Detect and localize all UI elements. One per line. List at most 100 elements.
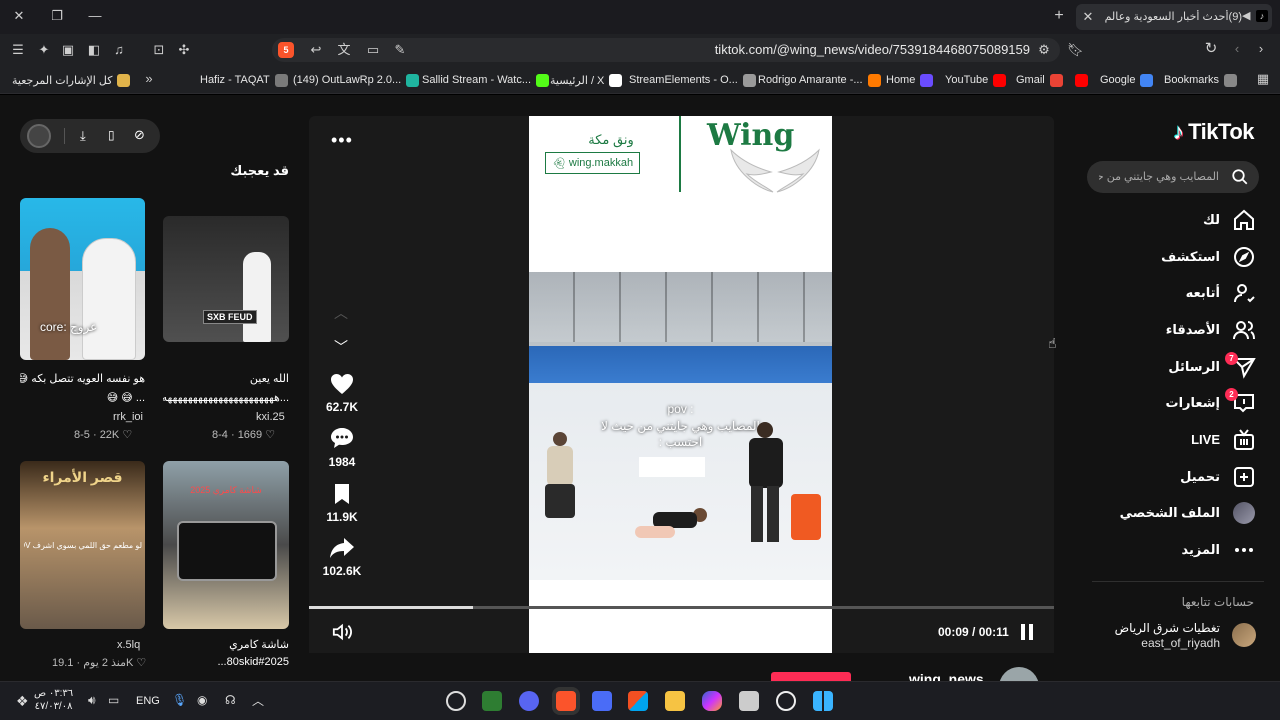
- active-tab[interactable]: ✕ (9)أحدث أخبار السعودية وعالم ا ◀︎ ♪: [1076, 4, 1272, 30]
- taskbar-chatgpt-icon[interactable]: [446, 691, 466, 711]
- close-tab-icon[interactable]: ✕: [1082, 9, 1094, 25]
- video-container[interactable]: ••• ونق مكة 👻︎ wing.makkah Wing pov : ال…: [309, 116, 1054, 653]
- suggestion-thumb-2[interactable]: SXB FEUD: [163, 216, 289, 342]
- sidebar-item-friends[interactable]: الأصدقاء: [1090, 315, 1280, 345]
- clock[interactable]: ٠٣:٣٦ ص ٤٧/٠٣/٠٨: [34, 687, 73, 713]
- search-icon[interactable]: [1231, 168, 1249, 186]
- url-text[interactable]: tiktok.com/@wing_news/video/753918446807…: [715, 42, 1030, 57]
- sidebar-item-notification[interactable]: إشعارات 2: [1090, 388, 1280, 418]
- sidebar-item-live[interactable]: LIVE: [1090, 425, 1280, 455]
- sidebar-item-home[interactable]: لك: [1090, 205, 1280, 235]
- sidebar-item-more[interactable]: المزيد: [1090, 535, 1280, 565]
- suggestion-caption-1b[interactable]: ... 😅 😅: [20, 391, 145, 404]
- suggestion-user-3[interactable]: x.5lq: [117, 639, 140, 651]
- bookmark-item[interactable]: Hafiz - TAQAT: [200, 72, 288, 88]
- bookmark-icon[interactable]: 🔖︎: [1067, 42, 1084, 58]
- address-bar[interactable]: 5 ↩ 文 ▭ ✎ tiktok.com/@wing_news/video/75…: [272, 38, 1060, 62]
- tiktok-logo[interactable]: ♪ TikTok: [1173, 117, 1254, 147]
- phone-icon[interactable]: ▯: [108, 128, 115, 142]
- music-icon[interactable]: ♫: [111, 42, 127, 58]
- taskbar-brave-icon[interactable]: [556, 691, 576, 711]
- bookmark-item[interactable]: YouTube: [945, 72, 1007, 88]
- bookmark-item[interactable]: الرئيسية / X: [550, 72, 623, 88]
- extensions-pin-icon[interactable]: ✦: [36, 42, 52, 58]
- bookmarks-overflow-icon[interactable]: »: [142, 71, 156, 87]
- bookmark-item[interactable]: Google: [1100, 72, 1154, 88]
- translate-icon[interactable]: 文: [336, 42, 352, 58]
- volume-icon[interactable]: [331, 622, 353, 642]
- bookmark-item[interactable]: [1070, 72, 1088, 88]
- taskbar-explorer-icon[interactable]: [665, 691, 685, 711]
- sidebar-item-user-plus[interactable]: أتابعه: [1090, 278, 1280, 308]
- search-box[interactable]: المصايب وهي جايتني من حيث ...: [1087, 161, 1259, 193]
- brave-shield-icon[interactable]: 5: [278, 42, 294, 58]
- sidebar-item-upload[interactable]: تحميل: [1090, 462, 1280, 492]
- taskbar-discord-icon[interactable]: [519, 691, 539, 711]
- menu-icon[interactable]: ☰: [10, 42, 26, 58]
- weather-icon[interactable]: ❖: [16, 693, 29, 710]
- headset-icon[interactable]: ☊: [225, 693, 236, 707]
- taskbar-xbox-icon[interactable]: [482, 691, 502, 711]
- edit-icon[interactable]: ✎: [392, 42, 408, 58]
- network-icon[interactable]: ▭: [108, 693, 119, 707]
- bookmark-item[interactable]: Bookmarks: [1164, 72, 1238, 88]
- sidebar-item-profile[interactable]: الملف الشخصي: [1090, 498, 1280, 528]
- bookmark-item[interactable]: Gmail: [1016, 72, 1063, 88]
- bookmark-item[interactable]: (149) OutLawRp 2.0...: [293, 72, 420, 88]
- download-icon[interactable]: ⤓: [80, 128, 86, 144]
- taskbar-store-icon[interactable]: [628, 691, 648, 711]
- taskbar-taskview-icon[interactable]: [739, 691, 759, 711]
- bookmark-item[interactable]: StreamElements - O...: [629, 72, 756, 88]
- following-account[interactable]: تغطيات شرق الرياض east_of_riyadh: [1106, 617, 1266, 653]
- pause-icon[interactable]: [1019, 624, 1035, 640]
- follow-button[interactable]: [771, 672, 851, 681]
- like-button[interactable]: 62.7K: [318, 373, 366, 419]
- progress-track[interactable]: [309, 606, 1054, 609]
- site-settings-icon[interactable]: ⚙: [1036, 42, 1052, 58]
- minimize-window-icon[interactable]: —: [88, 8, 102, 24]
- windows-start-icon[interactable]: [813, 691, 833, 711]
- suggestion-thumb-1[interactable]: عروج :core: [20, 198, 145, 360]
- share-button[interactable]: 102.6K: [318, 537, 366, 583]
- mini-avatar[interactable]: [27, 124, 51, 148]
- sidebar-icon[interactable]: ◧: [86, 42, 102, 58]
- suggestion-caption-1[interactable]: هو نفسه العويه تتصل بكه 😅: [20, 372, 145, 385]
- suggestion-user-2[interactable]: kxi.25: [256, 411, 285, 423]
- more-options-icon[interactable]: •••: [331, 130, 353, 151]
- reading-list-icon[interactable]: ▦: [1255, 71, 1271, 87]
- suggestion-caption-4b[interactable]: 80skid#2025...: [163, 656, 289, 668]
- close-window-icon[interactable]: ✕: [12, 8, 26, 24]
- mic-icon[interactable]: 🎙︎: [172, 693, 187, 707]
- search-input[interactable]: المصايب وهي جايتني من حيث ...: [1099, 170, 1219, 183]
- suggestion-user-1[interactable]: rrk_ioi: [113, 411, 143, 423]
- sidebar-item-compass[interactable]: استكشف: [1090, 242, 1280, 272]
- tray-expand-icon[interactable]: ︿: [252, 692, 264, 709]
- suggestion-caption-2[interactable]: الله يعين: [163, 372, 289, 385]
- nav-up-icon[interactable]: ︿: [332, 303, 350, 323]
- author-avatar[interactable]: [999, 667, 1039, 681]
- wallet-icon[interactable]: ▣: [60, 42, 76, 58]
- steam-tray-icon[interactable]: ◉: [197, 693, 207, 707]
- language-indicator[interactable]: ENG: [136, 695, 160, 707]
- comment-button[interactable]: 1984: [318, 427, 366, 473]
- bookmark-item[interactable]: Sallid Stream - Watc...: [422, 72, 550, 88]
- author-name[interactable]: wing_news: [909, 671, 984, 681]
- suggestion-caption-2b[interactable]: ...ههههههههههههههههههههههه: [163, 391, 289, 404]
- restore-window-icon[interactable]: ❐: [50, 8, 64, 24]
- share-icon[interactable]: ↩: [308, 42, 324, 58]
- bookmark-item[interactable]: كل الإشارات المرجعية: [12, 72, 131, 88]
- taskbar-app-icon[interactable]: [592, 691, 612, 711]
- sidebar-item-send[interactable]: الرسائل 7: [1090, 352, 1280, 382]
- forward-icon[interactable]: ›: [1253, 41, 1269, 57]
- back-icon[interactable]: ‹: [1229, 41, 1245, 57]
- suggestion-thumb-4[interactable]: شاشة كامري 2025: [163, 461, 289, 629]
- save-button[interactable]: 11.9K: [318, 483, 366, 529]
- taskbar-copilot-icon[interactable]: [702, 691, 722, 711]
- nav-down-icon[interactable]: ﹀: [332, 337, 350, 357]
- puzzle-icon[interactable]: ✣: [176, 42, 192, 58]
- new-tab-icon[interactable]: +: [1052, 8, 1066, 24]
- taskbar-search-icon[interactable]: [776, 691, 796, 711]
- screenshot-icon[interactable]: ⊡: [151, 42, 167, 58]
- reader-icon[interactable]: ▭: [365, 42, 381, 58]
- bookmark-item[interactable]: Home: [886, 72, 934, 88]
